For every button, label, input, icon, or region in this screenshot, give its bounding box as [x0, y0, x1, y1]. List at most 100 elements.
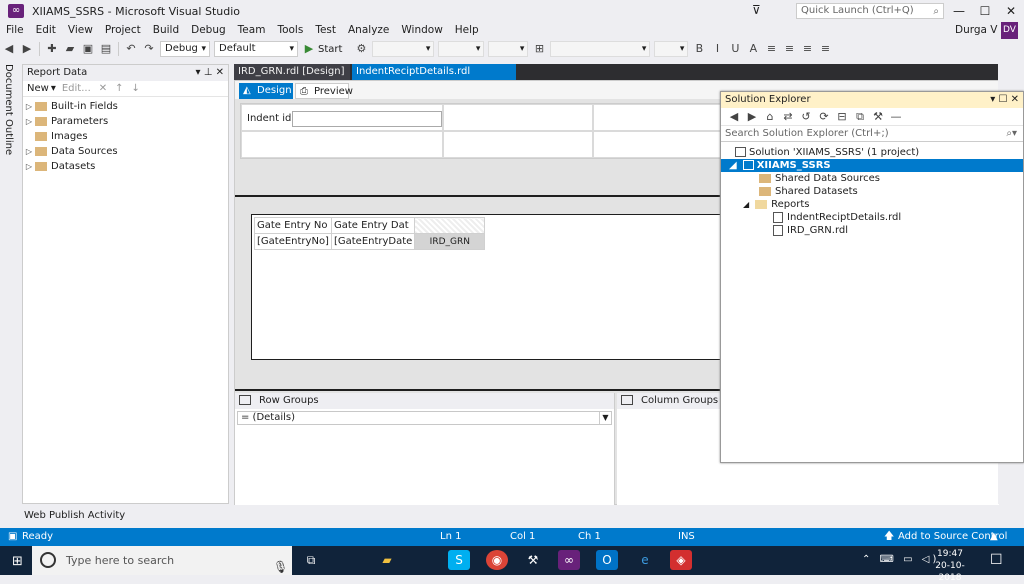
redo-icon[interactable]: ↷: [142, 42, 156, 56]
show-all-files-icon[interactable]: ⧉: [853, 110, 867, 124]
align-left-icon[interactable]: ≡: [764, 42, 778, 56]
menu-project[interactable]: Project: [99, 22, 147, 39]
report-tablix[interactable]: Gate Entry No Gate Entry Dat [GateEntryN…: [254, 217, 486, 250]
table-header-cell[interactable]: Gate Entry No: [254, 217, 332, 234]
properties-icon[interactable]: ⚒: [871, 110, 885, 124]
taskbar-search-input[interactable]: Type here to search 🎙: [32, 546, 292, 575]
tab-indent-recipt-details[interactable]: IndentReciptDetails.rdl [Design]✕: [352, 64, 516, 93]
collapse-arrow-icon[interactable]: ◢: [729, 160, 737, 171]
border-style-select[interactable]: [550, 41, 651, 57]
minimize-icon[interactable]: —: [946, 0, 972, 22]
menu-build[interactable]: Build: [147, 22, 185, 39]
collapse-arrow-icon[interactable]: ◢: [743, 200, 749, 209]
menu-help[interactable]: Help: [449, 22, 485, 39]
sync-icon[interactable]: ⇄: [781, 110, 795, 124]
style-select[interactable]: [488, 41, 529, 57]
tab-ird-grn[interactable]: IRD_GRN.rdl [Design]: [234, 64, 350, 80]
chevron-down-icon[interactable]: ▾: [51, 81, 56, 97]
align-right-icon[interactable]: ≡: [800, 42, 814, 56]
filter-icon[interactable]: ⊽: [752, 3, 761, 17]
menu-tools[interactable]: Tools: [271, 22, 309, 39]
preview-icon[interactable]: —: [889, 110, 903, 124]
solution-configuration-select[interactable]: Debug: [160, 41, 210, 57]
avatar[interactable]: DV: [1001, 22, 1018, 39]
collapse-all-icon[interactable]: ⊟: [835, 110, 849, 124]
maximize-icon[interactable]: ☐: [972, 0, 998, 22]
save-icon[interactable]: ▣: [81, 42, 95, 56]
menu-file[interactable]: File: [0, 22, 30, 39]
chrome-icon[interactable]: ◉: [486, 550, 508, 570]
menu-test[interactable]: Test: [309, 22, 342, 39]
details-group-item[interactable]: = (Details) ▼: [237, 411, 612, 425]
table-cell[interactable]: [GateEntryDate: [330, 233, 416, 250]
parameter-cell-empty[interactable]: [443, 104, 593, 132]
quick-launch-input[interactable]: Quick Launch (Ctrl+Q) ⌕: [796, 3, 944, 19]
border-icon[interactable]: ⊞: [532, 42, 546, 56]
microphone-icon[interactable]: 🎙: [273, 553, 288, 582]
subreport-cell[interactable]: IRD_GRN: [414, 233, 486, 250]
panel-controls[interactable]: ▾ ⊥ ✕: [196, 65, 224, 81]
move-down-icon[interactable]: ↓: [132, 81, 140, 97]
user-name[interactable]: Durga V: [955, 22, 998, 39]
new-project-icon[interactable]: ✚: [45, 42, 59, 56]
font-size-select[interactable]: [438, 41, 485, 57]
new-button[interactable]: New: [27, 81, 49, 97]
chevron-up-icon[interactable]: ▲: [990, 528, 998, 546]
table-cell[interactable]: [GateEntryNo]: [254, 233, 332, 250]
project-node[interactable]: ◢ XIIAMS_SSRS: [721, 159, 1023, 172]
expand-arrow-icon[interactable]: ▷: [23, 159, 35, 174]
report-file-node[interactable]: IRD_GRN.rdl: [721, 224, 1023, 237]
parameter-cell[interactable]: Indent id: [241, 104, 443, 132]
notification-icon[interactable]: ☐: [990, 552, 1003, 568]
file-explorer-icon[interactable]: ▰: [376, 550, 398, 570]
close-icon[interactable]: ✕: [998, 0, 1024, 22]
internet-explorer-icon[interactable]: e: [634, 550, 656, 570]
align-center-icon[interactable]: ≡: [782, 42, 796, 56]
source-control-icon[interactable]: 🡅: [884, 528, 894, 546]
windows-start-icon[interactable]: ⊞: [12, 554, 23, 569]
tree-item-datasets[interactable]: ▷ Datasets: [23, 159, 228, 174]
forward-icon[interactable]: ▶: [20, 42, 34, 56]
panel-controls[interactable]: ▾ ☐ ✕: [990, 92, 1019, 108]
justify-icon[interactable]: ≡: [818, 42, 832, 56]
tree-item-parameters[interactable]: ▷ Parameters: [23, 114, 228, 129]
skype-icon[interactable]: S: [448, 550, 470, 570]
menu-analyze[interactable]: Analyze: [342, 22, 395, 39]
italic-icon[interactable]: I: [710, 42, 724, 56]
history-icon[interactable]: ↺: [799, 110, 813, 124]
indent-id-input[interactable]: [292, 111, 442, 127]
tab-preview[interactable]: ⎙ Preview: [295, 83, 353, 99]
web-publish-activity-tab[interactable]: Web Publish Activity: [22, 507, 232, 525]
underline-icon[interactable]: U: [728, 42, 742, 56]
font-color-icon[interactable]: A: [746, 42, 760, 56]
system-tray-icons[interactable]: ⌃ ⌨ ▭ ◁): [862, 554, 939, 565]
table-header-cell[interactable]: [414, 217, 486, 234]
open-folder-icon[interactable]: ▰: [63, 42, 77, 56]
taskbar-clock[interactable]: 19:47 20-10-2018: [930, 548, 970, 584]
attach-icon[interactable]: ⚙: [354, 42, 368, 56]
table-header-cell[interactable]: Gate Entry Dat: [330, 217, 416, 234]
report-file-node[interactable]: IndentReciptDetails.rdl: [721, 211, 1023, 224]
menu-team[interactable]: Team: [232, 22, 272, 39]
start-icon[interactable]: ▶: [302, 42, 316, 56]
outlook-icon[interactable]: O: [596, 550, 618, 570]
task-view-icon[interactable]: ⧉: [300, 550, 322, 570]
document-outline-tab[interactable]: Document Outline: [0, 60, 20, 527]
save-all-icon[interactable]: ▤: [99, 42, 113, 56]
tree-item-built-in-fields[interactable]: ▷ Built-in Fields: [23, 99, 228, 114]
folder-node[interactable]: Shared Data Sources: [721, 172, 1023, 185]
menu-view[interactable]: View: [62, 22, 99, 39]
visual-studio-taskbar-icon[interactable]: ∞: [558, 550, 580, 570]
border-width-select[interactable]: [654, 41, 689, 57]
tree-item-images[interactable]: Images: [23, 129, 228, 144]
app-red-icon[interactable]: ◈: [670, 550, 692, 570]
tools-app-icon[interactable]: ⚒: [522, 550, 544, 570]
folder-node[interactable]: Shared Datasets: [721, 185, 1023, 198]
chevron-down-icon[interactable]: ▼: [599, 412, 611, 424]
folder-node[interactable]: ◢ Reports: [721, 198, 1023, 211]
menu-edit[interactable]: Edit: [30, 22, 62, 39]
move-up-icon[interactable]: ↑: [115, 81, 123, 97]
solution-node[interactable]: Solution 'XIIAMS_SSRS' (1 project): [721, 146, 1023, 159]
expand-arrow-icon[interactable]: ▷: [23, 114, 35, 129]
menu-window[interactable]: Window: [395, 22, 448, 39]
